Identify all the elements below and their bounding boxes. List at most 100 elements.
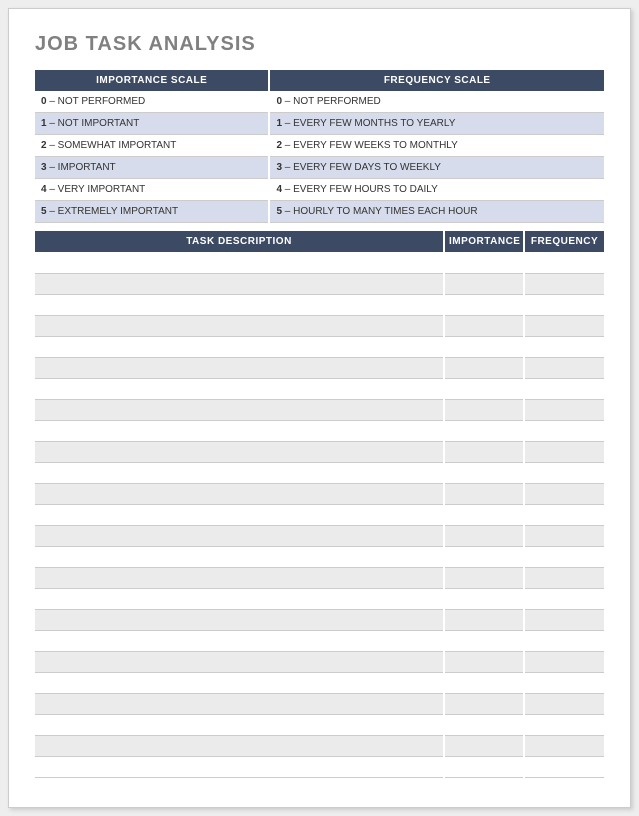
task-importance-cell[interactable] xyxy=(444,357,524,378)
task-description-cell[interactable] xyxy=(35,336,444,357)
task-frequency-cell[interactable] xyxy=(524,588,604,609)
task-importance-cell[interactable] xyxy=(444,252,524,273)
task-frequency-cell[interactable] xyxy=(524,462,604,483)
task-description-cell[interactable] xyxy=(35,525,444,546)
table-row xyxy=(35,693,604,714)
scales-table: IMPORTANCE SCALE FREQUENCY SCALE 0 – NOT… xyxy=(35,70,604,223)
task-description-cell[interactable] xyxy=(35,441,444,462)
task-frequency-cell[interactable] xyxy=(524,483,604,504)
table-row xyxy=(35,735,604,756)
task-importance-cell[interactable] xyxy=(444,525,524,546)
task-description-cell[interactable] xyxy=(35,399,444,420)
task-importance-cell[interactable] xyxy=(444,462,524,483)
task-description-cell[interactable] xyxy=(35,357,444,378)
table-row xyxy=(35,714,604,735)
task-frequency-cell[interactable] xyxy=(524,609,604,630)
task-description-cell[interactable] xyxy=(35,378,444,399)
task-frequency-cell[interactable] xyxy=(524,651,604,672)
table-row xyxy=(35,525,604,546)
task-importance-cell[interactable] xyxy=(444,735,524,756)
frequency-scale-cell: 4 – EVERY FEW HOURS TO DAILY xyxy=(269,179,604,201)
task-description-cell[interactable] xyxy=(35,714,444,735)
frequency-scale-cell: 0 – NOT PERFORMED xyxy=(269,91,604,113)
table-row xyxy=(35,462,604,483)
task-description-cell[interactable] xyxy=(35,462,444,483)
task-frequency-cell[interactable] xyxy=(524,714,604,735)
importance-scale-cell: 5 – EXTREMELY IMPORTANT xyxy=(35,201,269,223)
task-description-cell[interactable] xyxy=(35,735,444,756)
task-importance-cell[interactable] xyxy=(444,546,524,567)
task-importance-cell[interactable] xyxy=(444,567,524,588)
task-importance-cell[interactable] xyxy=(444,672,524,693)
task-frequency-cell[interactable] xyxy=(524,315,604,336)
task-importance-cell[interactable] xyxy=(444,630,524,651)
task-frequency-cell[interactable] xyxy=(524,420,604,441)
task-importance-cell[interactable] xyxy=(444,483,524,504)
importance-scale-cell: 4 – VERY IMPORTANT xyxy=(35,179,269,201)
task-description-cell[interactable] xyxy=(35,567,444,588)
table-row xyxy=(35,567,604,588)
task-frequency-cell[interactable] xyxy=(524,273,604,294)
task-frequency-cell[interactable] xyxy=(524,378,604,399)
scale-label: – HOURLY TO MANY TIMES EACH HOUR xyxy=(282,206,478,217)
scale-label: – EVERY FEW DAYS TO WEEKLY xyxy=(282,162,441,173)
task-importance-cell[interactable] xyxy=(444,294,524,315)
task-frequency-cell[interactable] xyxy=(524,735,604,756)
task-frequency-cell[interactable] xyxy=(524,525,604,546)
task-frequency-cell[interactable] xyxy=(524,504,604,525)
importance-scale-cell: 0 – NOT PERFORMED xyxy=(35,91,269,113)
task-description-cell[interactable] xyxy=(35,483,444,504)
task-importance-cell[interactable] xyxy=(444,651,524,672)
importance-header: IMPORTANCE xyxy=(444,231,524,252)
task-frequency-cell[interactable] xyxy=(524,336,604,357)
frequency-header: FREQUENCY xyxy=(524,231,604,252)
table-row xyxy=(35,546,604,567)
task-frequency-cell[interactable] xyxy=(524,357,604,378)
task-frequency-cell[interactable] xyxy=(524,756,604,777)
frequency-scale-cell: 3 – EVERY FEW DAYS TO WEEKLY xyxy=(269,157,604,179)
scale-label: – EVERY FEW MONTHS TO YEARLY xyxy=(282,118,455,129)
task-frequency-cell[interactable] xyxy=(524,630,604,651)
scale-label: – NOT PERFORMED xyxy=(282,96,381,107)
task-description-cell[interactable] xyxy=(35,651,444,672)
table-row xyxy=(35,672,604,693)
task-importance-cell[interactable] xyxy=(444,399,524,420)
task-description-cell[interactable] xyxy=(35,315,444,336)
task-description-cell[interactable] xyxy=(35,252,444,273)
task-frequency-cell[interactable] xyxy=(524,567,604,588)
scale-label: – EXTREMELY IMPORTANT xyxy=(47,206,179,217)
task-importance-cell[interactable] xyxy=(444,504,524,525)
task-description-cell[interactable] xyxy=(35,609,444,630)
task-importance-cell[interactable] xyxy=(444,588,524,609)
task-frequency-cell[interactable] xyxy=(524,252,604,273)
task-description-cell[interactable] xyxy=(35,546,444,567)
task-description-cell[interactable] xyxy=(35,294,444,315)
task-importance-cell[interactable] xyxy=(444,714,524,735)
task-description-header: TASK DESCRIPTION xyxy=(35,231,444,252)
task-frequency-cell[interactable] xyxy=(524,441,604,462)
task-description-cell[interactable] xyxy=(35,672,444,693)
task-frequency-cell[interactable] xyxy=(524,693,604,714)
task-importance-cell[interactable] xyxy=(444,378,524,399)
task-frequency-cell[interactable] xyxy=(524,399,604,420)
task-importance-cell[interactable] xyxy=(444,756,524,777)
task-description-cell[interactable] xyxy=(35,756,444,777)
task-description-cell[interactable] xyxy=(35,420,444,441)
task-description-cell[interactable] xyxy=(35,273,444,294)
task-description-cell[interactable] xyxy=(35,693,444,714)
task-frequency-cell[interactable] xyxy=(524,546,604,567)
task-importance-cell[interactable] xyxy=(444,420,524,441)
task-importance-cell[interactable] xyxy=(444,693,524,714)
task-description-cell[interactable] xyxy=(35,630,444,651)
task-frequency-cell[interactable] xyxy=(524,294,604,315)
task-description-cell[interactable] xyxy=(35,504,444,525)
task-importance-cell[interactable] xyxy=(444,315,524,336)
task-description-cell[interactable] xyxy=(35,588,444,609)
task-importance-cell[interactable] xyxy=(444,609,524,630)
task-importance-cell[interactable] xyxy=(444,336,524,357)
task-importance-cell[interactable] xyxy=(444,441,524,462)
frequency-scale-header: FREQUENCY SCALE xyxy=(269,70,604,91)
table-row xyxy=(35,315,604,336)
task-importance-cell[interactable] xyxy=(444,273,524,294)
task-frequency-cell[interactable] xyxy=(524,672,604,693)
